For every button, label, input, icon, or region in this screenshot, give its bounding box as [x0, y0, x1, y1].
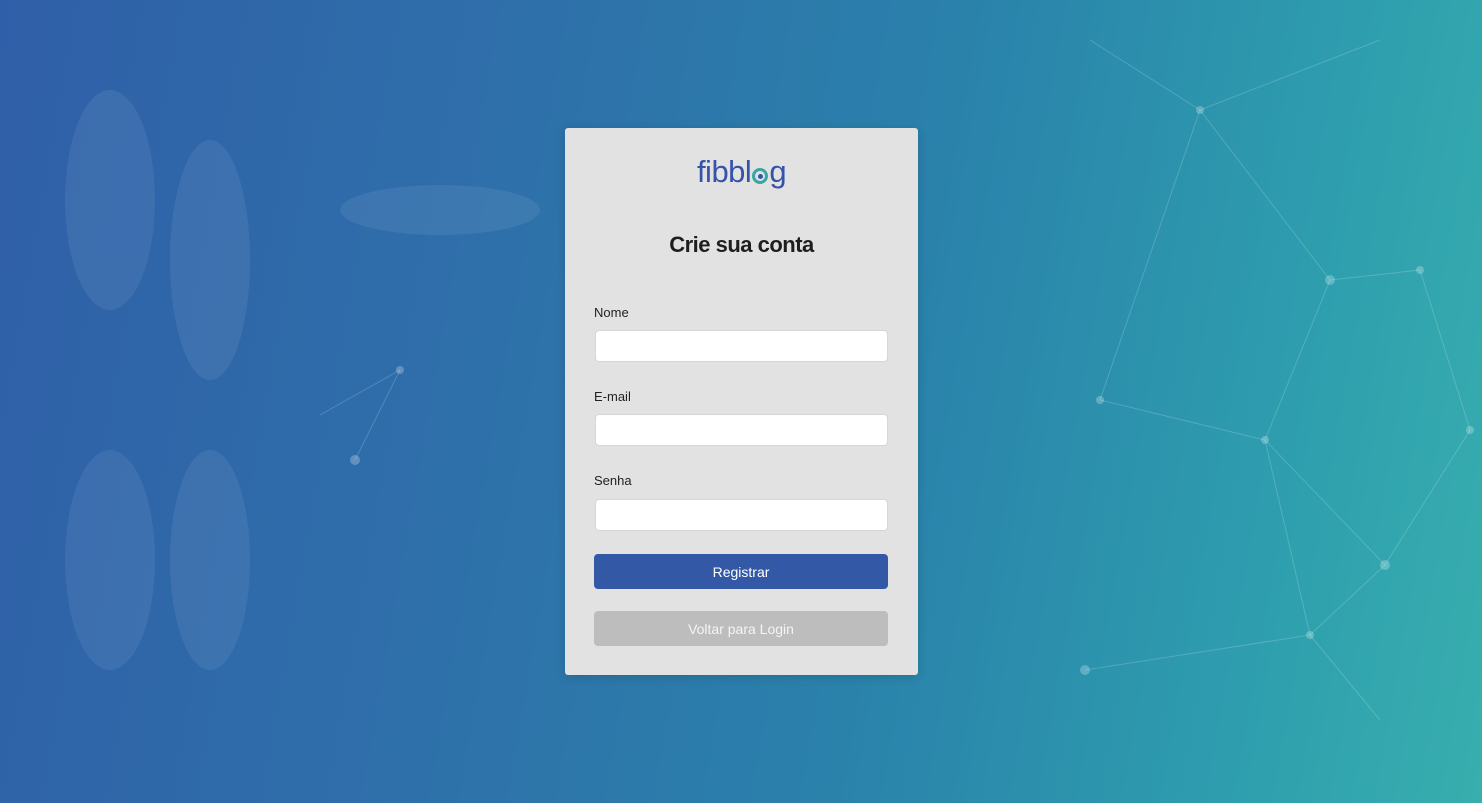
name-label: Nome [594, 305, 629, 320]
logo-text-start: fibbl [696, 154, 752, 189]
logo-o-icon [752, 168, 769, 184]
register-button[interactable]: Registrar [594, 554, 888, 589]
password-input[interactable] [595, 499, 888, 531]
logo: fibbl g [565, 152, 918, 192]
register-card: fibbl g Crie sua conta Nome E-mail Senha … [565, 128, 918, 675]
name-input[interactable] [595, 330, 888, 362]
page-title: Crie sua conta [669, 232, 814, 257]
email-input[interactable] [595, 414, 888, 446]
back-to-login-button[interactable]: Voltar para Login [594, 611, 888, 646]
logo-text-end: g [769, 154, 787, 189]
password-label: Senha [594, 473, 632, 488]
email-label: E-mail [594, 389, 631, 404]
